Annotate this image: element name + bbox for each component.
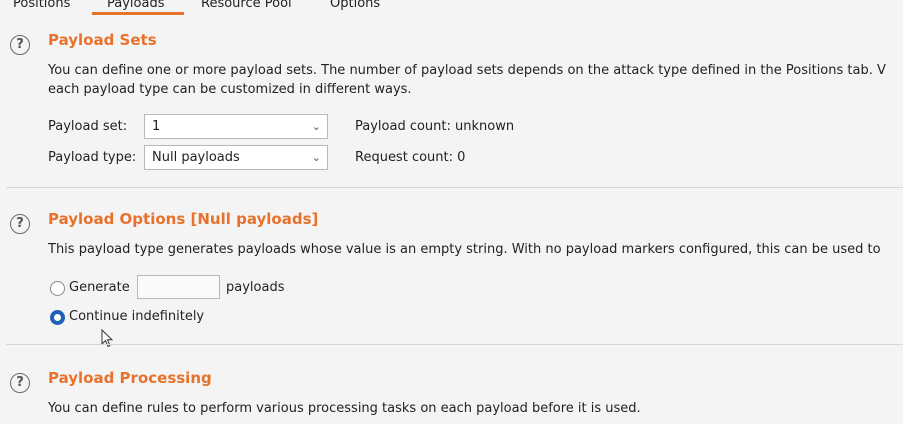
request-count: Request count: 0 (355, 150, 466, 165)
payload-type-select[interactable]: Null payloads ⌄ (144, 145, 328, 170)
payload-type-value: Null payloads (152, 150, 240, 165)
payload-sets-description-line2: each payload type can be customized in d… (48, 82, 412, 97)
tab-bar: Positions Payloads Resource Pool Options (0, 0, 903, 16)
section-divider (6, 187, 903, 188)
section-divider (6, 344, 903, 345)
payload-sets-description-line1: You can define one or more payload sets.… (48, 63, 886, 78)
payload-set-select[interactable]: 1 ⌄ (144, 114, 328, 139)
payload-type-label: Payload type: (48, 150, 137, 165)
active-tab-indicator (92, 12, 184, 15)
tab-positions[interactable]: Positions (13, 0, 70, 12)
continue-indefinitely-label[interactable]: Continue indefinitely (69, 309, 204, 324)
payload-set-label: Payload set: (48, 119, 128, 134)
payload-set-value: 1 (152, 119, 161, 134)
payload-options-description: This payload type generates payloads who… (48, 242, 881, 257)
section-title-payload-options: Payload Options [Null payloads] (48, 210, 319, 228)
payload-count: Payload count: unknown (355, 119, 515, 134)
help-icon[interactable]: ? (10, 35, 30, 55)
generate-count-input[interactable] (137, 275, 220, 299)
section-title-payload-processing: Payload Processing (48, 369, 212, 387)
continue-indefinitely-radio[interactable] (50, 310, 65, 325)
tab-resource-pool[interactable]: Resource Pool (201, 0, 292, 12)
section-title-payload-sets: Payload Sets (48, 31, 157, 49)
mouse-pointer-icon (101, 329, 114, 348)
chevron-down-icon: ⌄ (311, 151, 321, 164)
payloads-suffix-label: payloads (226, 280, 285, 295)
generate-label[interactable]: Generate (69, 280, 130, 295)
tab-options[interactable]: Options (330, 0, 380, 12)
payload-processing-description: You can define rules to perform various … (48, 401, 641, 416)
tab-payloads[interactable]: Payloads (107, 0, 164, 12)
generate-radio[interactable] (50, 281, 65, 296)
chevron-down-icon: ⌄ (311, 120, 321, 133)
help-icon[interactable]: ? (10, 214, 30, 234)
help-icon[interactable]: ? (10, 373, 30, 393)
